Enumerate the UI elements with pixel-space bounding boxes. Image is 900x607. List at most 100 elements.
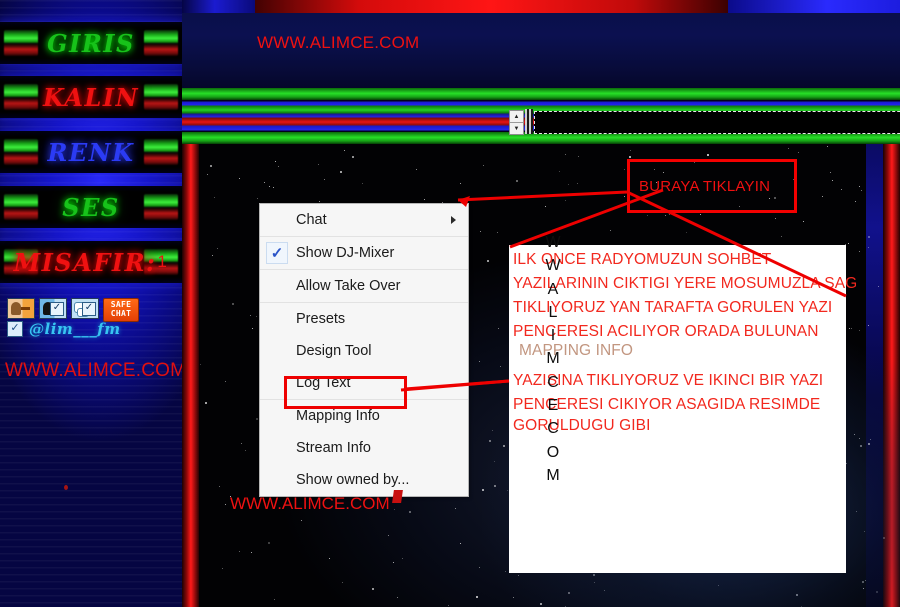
star — [459, 182, 461, 184]
menu-item-allow-take-over[interactable]: Allow Take Over — [260, 269, 468, 302]
sidebar-item-renk[interactable]: RENK — [0, 131, 182, 173]
star — [875, 591, 878, 594]
top-bar-blue-left — [182, 0, 255, 13]
sidebar-item-misafir[interactable]: MISAFIR: 1 — [0, 241, 182, 283]
star — [668, 214, 670, 216]
star — [609, 229, 611, 231]
menu-item-design-tool[interactable]: Design Tool — [260, 335, 468, 367]
mixer-text-field[interactable] — [534, 111, 900, 134]
vertical-letter: W — [545, 257, 561, 275]
star — [798, 152, 800, 154]
menu-item-stream-info[interactable]: Stream Info — [260, 432, 468, 464]
star — [397, 596, 398, 598]
callout-label: BURAYA TIKLAYIN — [639, 177, 771, 195]
menu-item-mapping-info[interactable]: Mapping Info — [260, 399, 468, 432]
star — [685, 232, 687, 233]
star — [482, 164, 484, 166]
star — [860, 445, 863, 447]
star — [204, 401, 207, 404]
star — [863, 588, 864, 590]
star — [718, 584, 720, 586]
star — [564, 154, 566, 156]
info-line: GORULDUGU GIBI — [513, 417, 651, 434]
menu-item-show-dj-mixer[interactable]: ✓ Show DJ-Mixer — [260, 236, 468, 269]
left-sidebar: GIRIS KALIN RENK SES MISAFIR: 1 ✓ ✓ SAFE… — [0, 0, 182, 607]
star — [855, 511, 857, 513]
vertical-watermark: W W A L I M C E C O M — [544, 231, 562, 487]
star — [518, 575, 520, 577]
safe-chat-badge[interactable]: SAFE CHAT — [103, 298, 139, 322]
sidebar-item-label: GIRIS — [0, 22, 182, 64]
vertical-letter: M — [546, 350, 560, 368]
star — [488, 439, 491, 442]
star — [372, 588, 374, 590]
callout-buraya-tiklayin: BURAYA TIKLAYIN — [627, 159, 797, 213]
star — [545, 205, 547, 207]
safe-chat-line-1: SAFE — [110, 300, 132, 309]
star — [318, 163, 320, 165]
star — [239, 551, 240, 553]
menu-item-presets[interactable]: Presets — [260, 302, 468, 335]
star — [629, 155, 632, 158]
star — [774, 217, 776, 219]
star — [822, 196, 824, 198]
menu-item-log-text[interactable]: Log Text — [260, 367, 468, 399]
star — [213, 197, 215, 198]
star — [861, 189, 862, 191]
star — [564, 200, 566, 202]
sidebar-item-kalin[interactable]: KALIN — [0, 76, 182, 118]
menu-item-chat[interactable]: Chat — [260, 204, 468, 236]
info-line-mapping-info: MAPPING INFO — [519, 342, 634, 359]
user-status-icon[interactable] — [7, 298, 35, 319]
star — [267, 541, 270, 544]
mixer-divider-icon — [525, 109, 533, 134]
dj-stealth-icon[interactable]: ✓ — [39, 298, 67, 319]
sidebar-item-label: KALIN — [0, 76, 182, 118]
star — [863, 530, 865, 532]
sidebar-item-ses[interactable]: SES — [0, 186, 182, 228]
safe-chat-line-2: CHAT — [110, 309, 132, 318]
star — [522, 241, 524, 243]
mixer-value-stepper[interactable]: ▲ ▼ — [509, 110, 524, 135]
chevron-right-icon — [451, 216, 456, 224]
star — [870, 438, 871, 440]
star — [577, 183, 579, 185]
menu-item-label: Log Text — [296, 374, 351, 391]
star — [244, 450, 246, 452]
check-icon: ✓ — [266, 242, 288, 264]
stepper-up-icon[interactable]: ▲ — [510, 111, 523, 123]
nav-label-text: KALIN — [42, 82, 140, 112]
speech-bubble-icon[interactable]: ✓ — [71, 298, 99, 319]
star — [646, 214, 648, 216]
star — [329, 558, 331, 560]
star — [492, 430, 493, 432]
star — [318, 200, 320, 202]
user-minus-shape — [21, 307, 30, 310]
nickname-checkbox[interactable]: ✓ — [7, 321, 23, 337]
star — [855, 201, 857, 203]
app-screenshot: GIRIS KALIN RENK SES MISAFIR: 1 ✓ ✓ SAFE… — [0, 0, 900, 607]
guest-count-badge: 1 — [157, 252, 169, 271]
star — [494, 461, 496, 463]
star — [493, 485, 496, 488]
star — [209, 164, 212, 167]
menu-item-show-owned-by[interactable]: Show owned by... — [260, 464, 468, 496]
sidebar-item-giris[interactable]: GIRIS — [0, 22, 182, 64]
star — [512, 596, 514, 598]
star — [498, 328, 500, 330]
star — [269, 186, 271, 188]
star — [623, 168, 625, 170]
star — [478, 361, 480, 363]
star — [342, 581, 344, 583]
star — [497, 232, 499, 234]
star — [858, 251, 860, 253]
star — [394, 509, 396, 511]
vertical-letter: O — [546, 443, 560, 461]
stepper-down-icon[interactable]: ▼ — [510, 123, 523, 134]
mixer-green-bar-top — [182, 88, 900, 100]
star — [207, 174, 209, 176]
star — [324, 178, 326, 180]
context-menu[interactable]: Chat ✓ Show DJ-Mixer Allow Take Over Pre… — [259, 203, 469, 497]
left-red-rail — [182, 144, 199, 607]
vertical-letter: E — [547, 397, 559, 415]
